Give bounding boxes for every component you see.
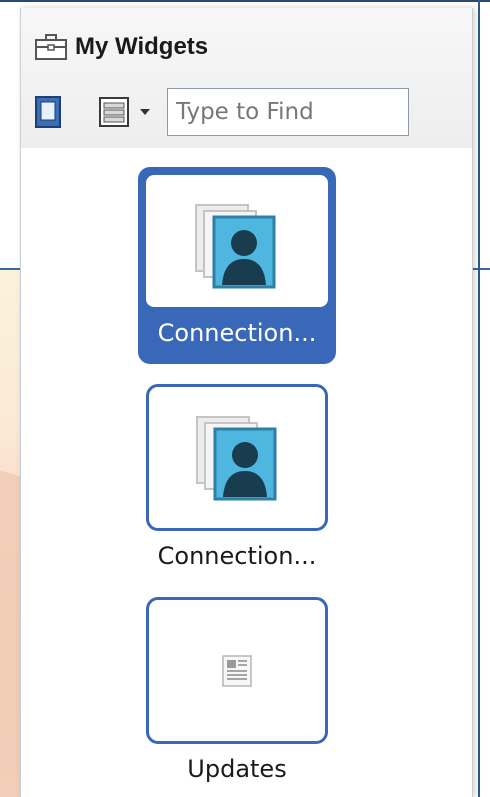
search-input[interactable] [167,88,409,136]
widget-thumbnail [146,384,328,531]
panel-toolbar [35,88,409,136]
panel-title: My Widgets [75,33,209,60]
person-card-icon [195,204,276,289]
my-widgets-panel: My Widgets Type to Find Connection... Co… [20,8,473,797]
widget-label: Updates [187,755,287,783]
briefcase-icon [35,34,67,60]
widget-connections-1[interactable]: Connection... [138,167,336,364]
icon-view-icon[interactable] [35,96,61,128]
widget-label: Connection... [157,319,317,347]
person-card-icon [196,416,277,501]
background-divider-right [478,0,480,797]
widget-thumbnail [146,175,328,307]
widget-updates[interactable]: Updates [138,597,336,787]
widget-label: Connection... [157,542,317,570]
panel-header: My Widgets [21,8,472,148]
widget-connections-2[interactable]: Connection... [138,384,336,581]
background-divider-top [0,0,490,2]
chevron-down-icon[interactable] [139,107,151,117]
document-icon [222,655,252,687]
panel-title-row: My Widgets [35,32,208,62]
list-view-icon[interactable] [99,97,129,127]
widget-thumbnail [146,597,328,744]
